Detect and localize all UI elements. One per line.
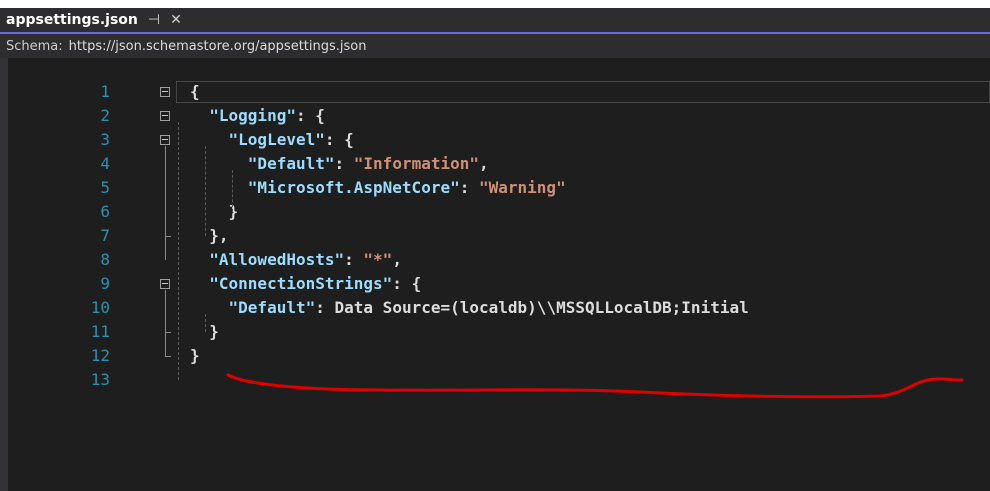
red-underline-annotation <box>226 373 964 399</box>
